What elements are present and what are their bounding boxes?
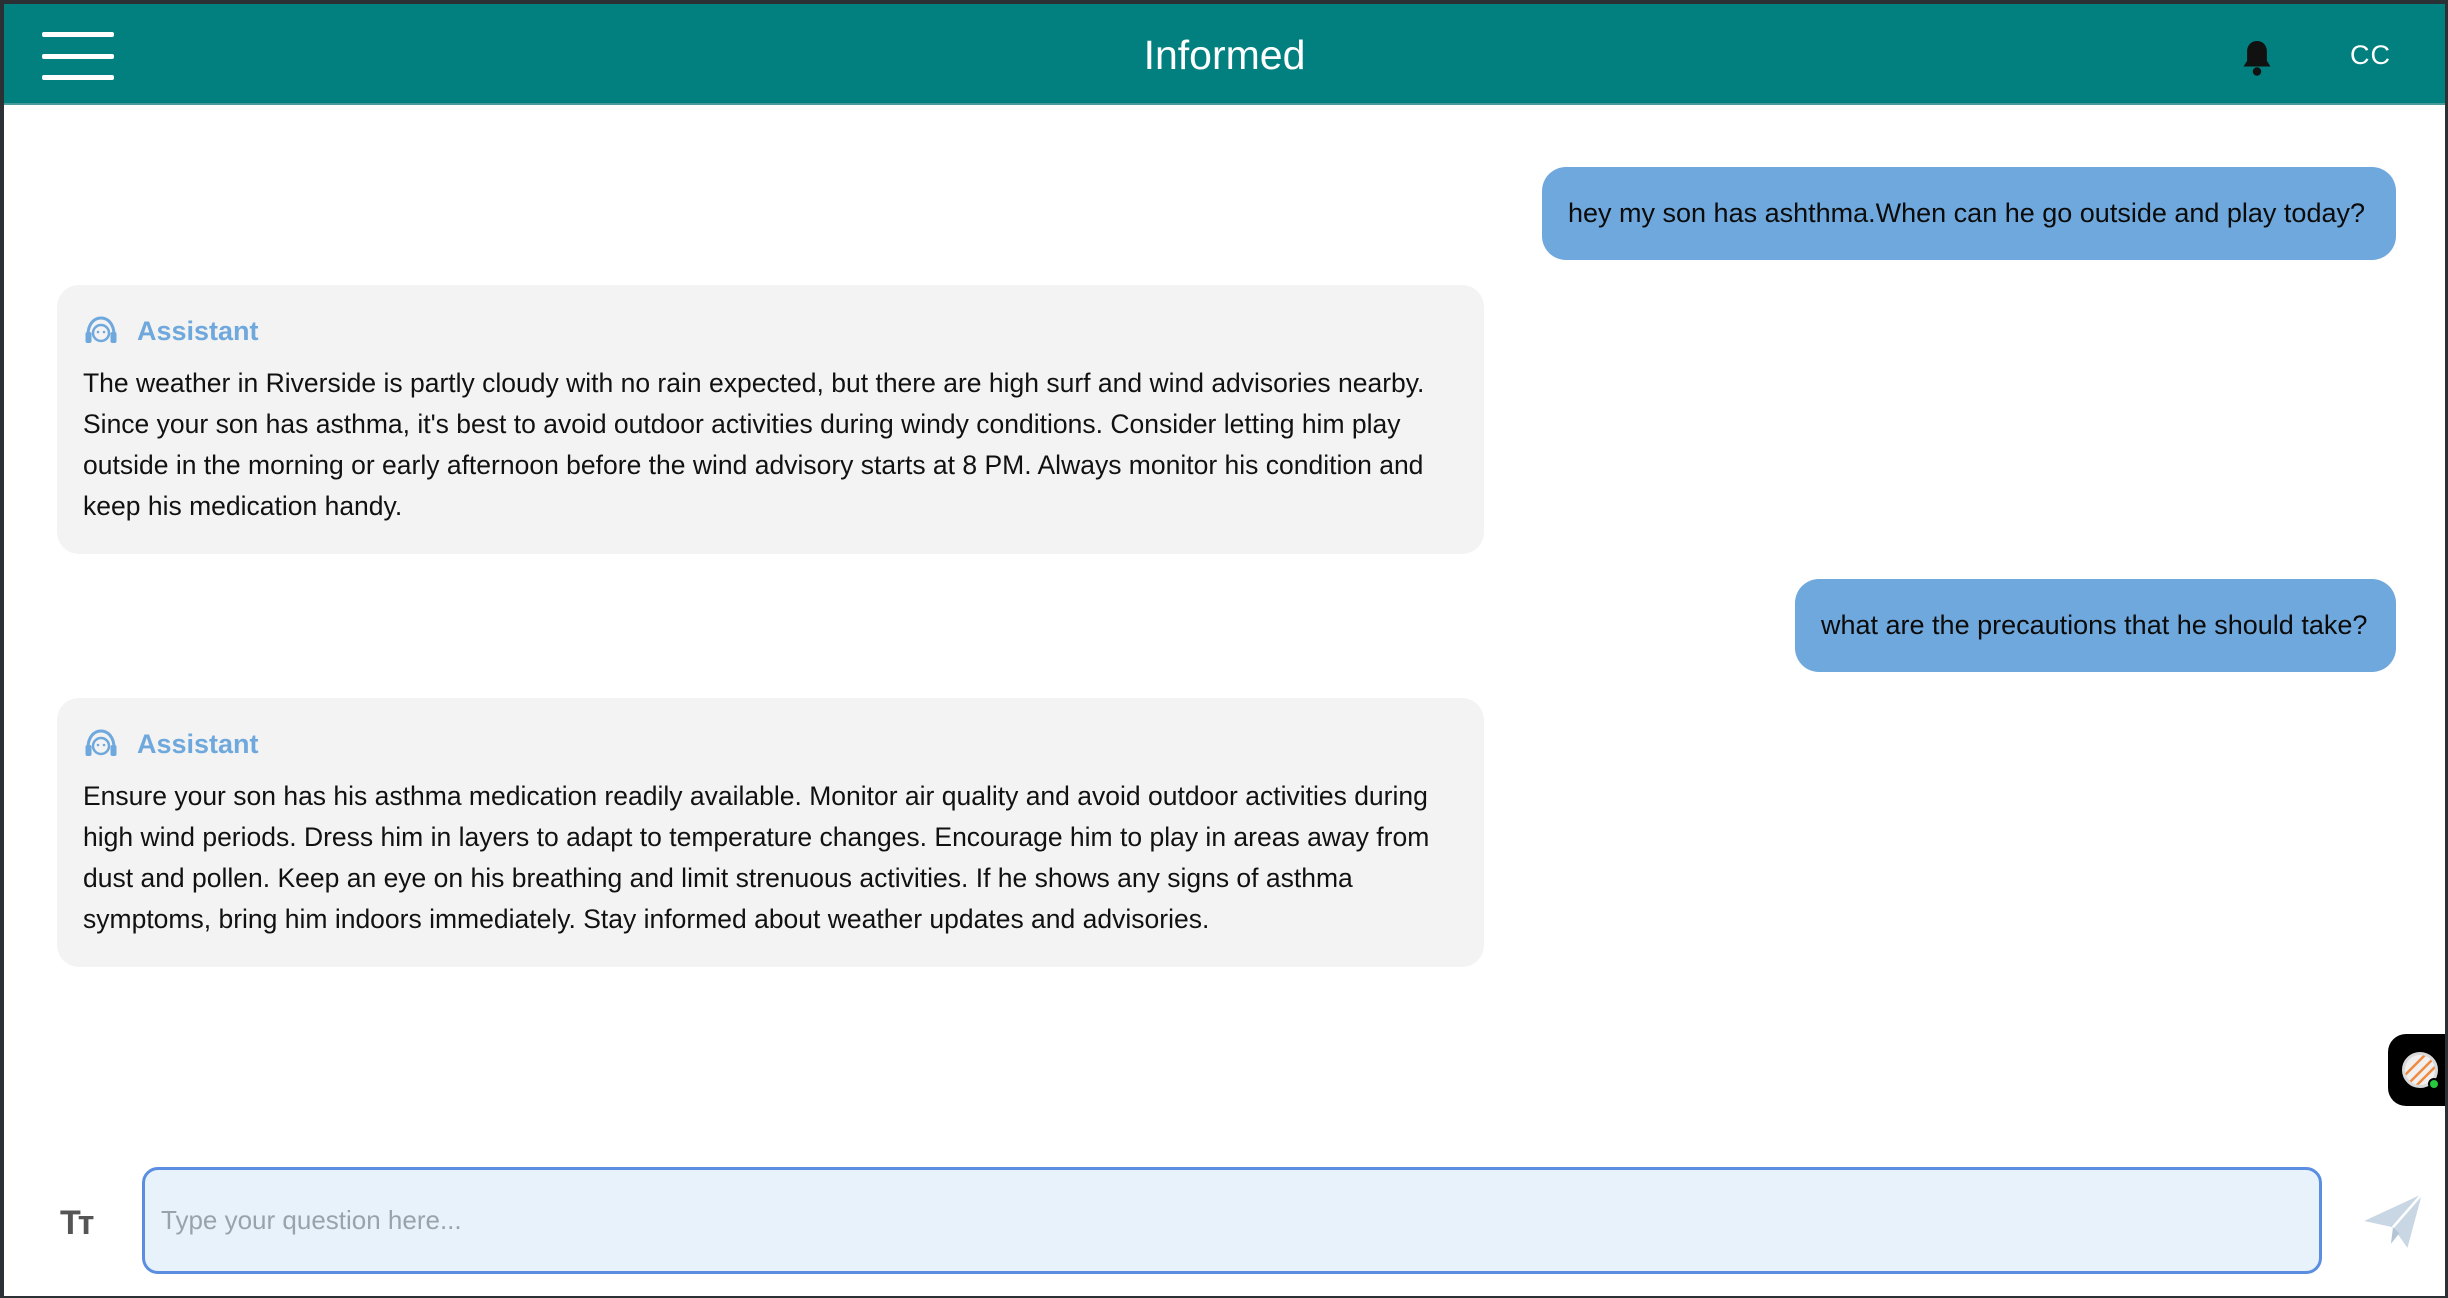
- assistant-header: Assistant: [83, 724, 1458, 764]
- app-window: Informed CC hey my son has ashthma.When …: [4, 4, 2445, 1296]
- top-app-bar: Informed CC: [4, 4, 2445, 105]
- user-message-text: what are the precautions that he should …: [1821, 610, 2368, 640]
- assistant-message-text: The weather in Riverside is partly cloud…: [83, 368, 1425, 521]
- assistant-name: Assistant: [137, 315, 259, 346]
- assistant-headset-icon: [85, 729, 117, 756]
- assistant-message: Assistant The weather in Riverside is pa…: [57, 285, 1484, 554]
- floating-assistant-widget[interactable]: [2388, 1034, 2445, 1106]
- user-avatar[interactable]: CC: [2350, 40, 2391, 71]
- user-message-text: hey my son has ashthma.When can he go ou…: [1568, 198, 2366, 228]
- assistant-header: Assistant: [83, 311, 1458, 351]
- assistant-message-text: Ensure your son has his asthma medicatio…: [83, 781, 1430, 934]
- assistant-message: Assistant Ensure your son has his asthma…: [57, 698, 1484, 967]
- send-icon[interactable]: [2360, 1190, 2426, 1252]
- bell-icon[interactable]: [2240, 38, 2274, 78]
- user-message: what are the precautions that he should …: [1795, 579, 2396, 672]
- online-status-dot: [2428, 1078, 2440, 1090]
- question-input[interactable]: [142, 1167, 2322, 1274]
- assistant-name: Assistant: [137, 728, 259, 759]
- user-message: hey my son has ashthma.When can he go ou…: [1542, 167, 2396, 260]
- text-size-icon[interactable]: Tт: [60, 1204, 94, 1243]
- assistant-headset-icon: [85, 316, 117, 343]
- app-title: Informed: [1143, 32, 1306, 78]
